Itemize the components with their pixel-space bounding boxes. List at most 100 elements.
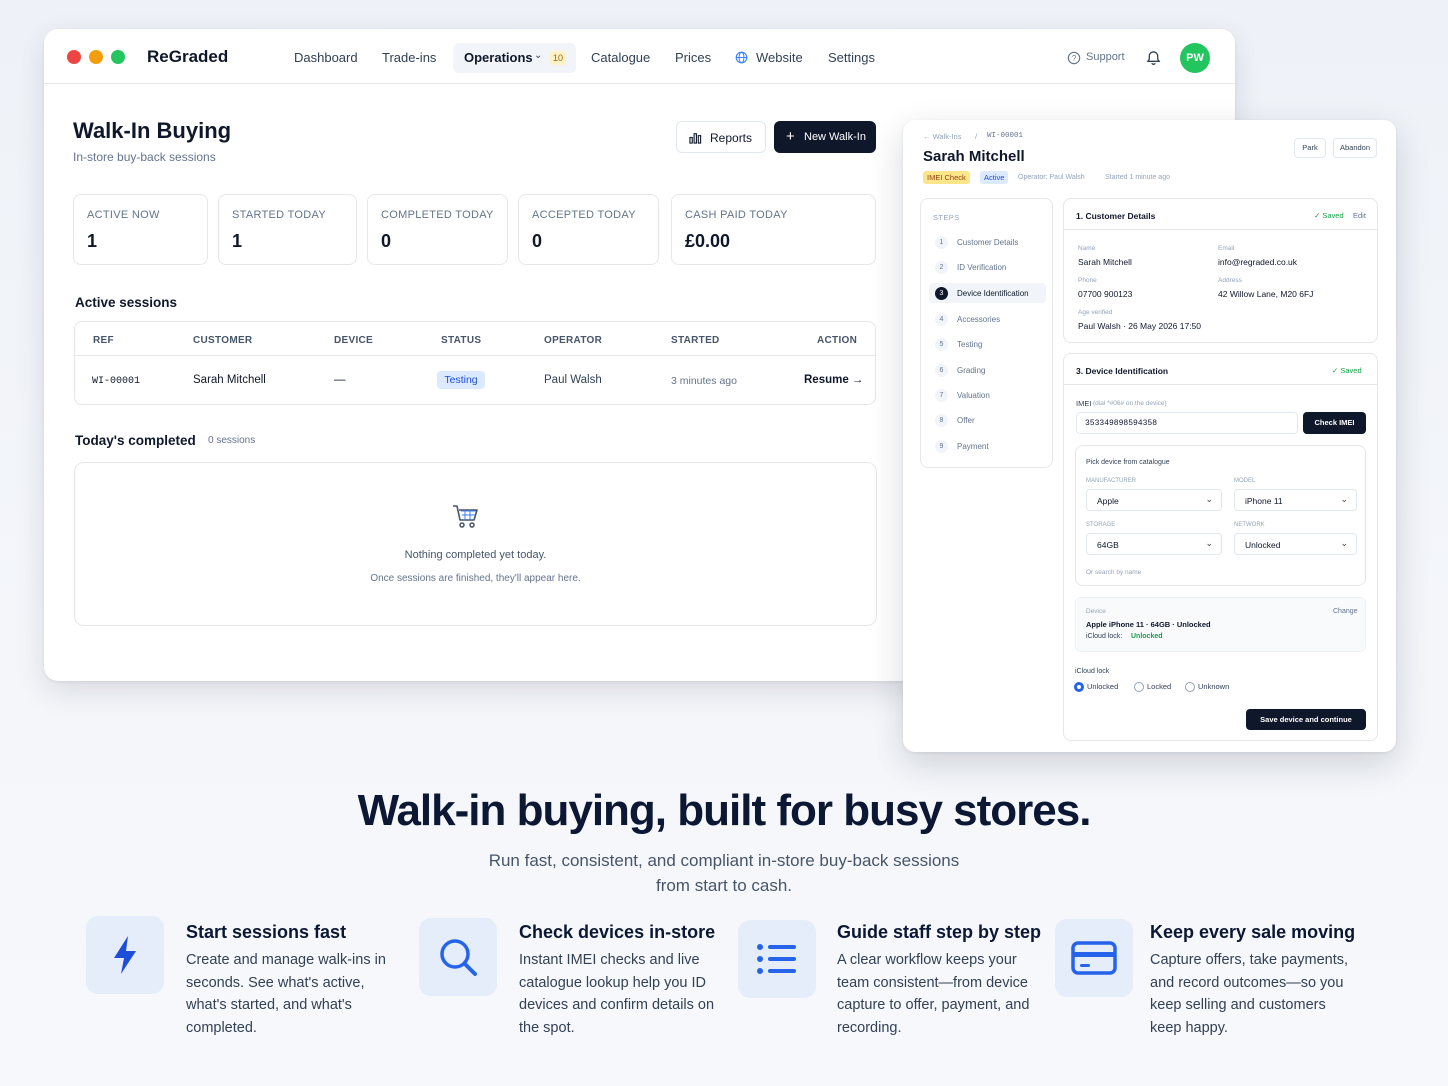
catalogue-picker: Pick device from catalogue MANUFACTURER … [1075,445,1366,586]
chevron-down-icon[interactable]: ⌄ [534,50,542,61]
icloud-locked-radio[interactable] [1134,682,1144,692]
step-label: Accessories [957,315,1001,324]
breadcrumb-ref: WI-00001 [987,132,1024,140]
select-value: 64GB [1097,540,1119,550]
feature-body: Create and manage walk-ins in seconds. S… [186,952,386,1037]
icloud-unlocked-radio[interactable] [1074,682,1084,692]
nav-catalogue[interactable]: Catalogue [591,50,650,65]
feature-body: Capture offers, take payments, and recor… [1150,952,1349,1037]
stat-value: 0 [532,231,543,251]
operations-count-badge: 10 [550,51,566,65]
user-avatar[interactable]: PW [1180,43,1210,73]
reports-button[interactable]: Reports [676,121,766,153]
empty-state-title: Nothing completed yet today. [404,549,547,561]
shopping-cart-icon [453,505,478,528]
bar-chart-icon [689,133,702,144]
picker-title: Pick device from catalogue [1086,459,1170,466]
step-label: Payment [957,442,989,451]
save-device-continue-button[interactable]: Save device and continue [1246,709,1366,730]
imei-label: IMEI [1076,399,1092,408]
step-label: Grading [957,366,986,375]
manufacturer-label: MANUFACTURER [1086,478,1137,484]
card-title: 1. Customer Details [1076,211,1156,221]
feature-title: Guide staff step by step [837,922,1042,942]
imei-input[interactable]: 353349898594358 [1076,412,1298,434]
feature-body: A clear workflow keeps your team consist… [837,952,1030,1037]
nav-prices[interactable]: Prices [675,50,711,65]
stat-label: CASH PAID TODAY [685,209,788,221]
check-imei-button[interactable]: Check IMEI [1303,412,1366,434]
step-number: 1 [935,236,948,249]
stage-tag: IMEI Check [923,171,970,184]
abandon-button[interactable]: Abandon [1333,138,1377,158]
step-label: Testing [957,340,983,349]
steps-title: STEPS [933,213,960,222]
nav-operations[interactable]: Operations [464,50,533,65]
new-walk-in-button[interactable]: + New Walk-In [774,121,876,153]
chevron-down-icon: ⌄ [1340,494,1348,504]
step-label: Offer [957,416,975,425]
customer-details-card: 1. Customer Details ✓ Saved Edit Name Sa… [1063,198,1378,343]
page-title: Walk-In Buying [73,118,232,143]
storage-select[interactable]: 64GB ⌄ [1086,533,1222,555]
stat-label: STARTED TODAY [232,209,326,221]
card-divider [1064,384,1377,385]
step-label: Valuation [957,391,990,400]
column-header: CUSTOMER [193,335,253,346]
column-header: DEVICE [334,335,374,346]
edit-link[interactable]: Edit [1353,211,1366,220]
session-ref[interactable]: WI-00001 [92,376,140,387]
session-customer: Sarah Mitchell [193,374,266,386]
stat-accepted-today: ACCEPTED TODAY 0 [518,194,659,265]
network-select[interactable]: Unlocked ⌄ [1234,533,1357,555]
radio-label: Locked [1147,682,1172,691]
help-circle-icon[interactable]: ? [1067,51,1081,65]
select-value: Unlocked [1245,540,1281,550]
window-minimize-dot[interactable] [89,50,103,64]
session-device: — [334,374,346,386]
window-maximize-dot[interactable] [111,50,125,64]
new-walk-in-label: New Walk-In [804,131,866,143]
step-number: 8 [935,414,948,427]
stat-label: ACTIVE NOW [87,209,160,221]
stat-value: £0.00 [685,231,731,251]
session-operator: Operator: Paul Walsh [1018,174,1085,181]
bell-icon[interactable] [1146,50,1161,66]
step-number: 3 [935,287,948,300]
active-sessions-title: Active sessions [75,295,178,310]
selected-device-summary: Device Apple iPhone 11 · 64GB · Unlocked… [1075,597,1366,652]
device-label: Device [1086,608,1106,615]
stat-label: ACCEPTED TODAY [532,209,636,221]
step-label: ID Verification [957,263,1007,272]
field-label: Address [1218,277,1242,284]
park-button[interactable]: Park [1294,138,1326,158]
nav-website[interactable]: Website [756,50,803,65]
active-sessions-table: REF CUSTOMER DEVICE STATUS OPERATOR STAR… [74,321,876,405]
breadcrumb-walk-ins[interactable]: ← Walk-Ins [923,132,961,141]
change-device-link[interactable]: Change [1333,608,1358,615]
nav-settings[interactable]: Settings [828,50,875,65]
icloud-unknown-radio[interactable] [1185,682,1195,692]
model-label: MODEL [1234,478,1256,484]
customer-name-value: Sarah Mitchell [1078,257,1132,267]
window-close-dot[interactable] [67,50,81,64]
nav-dashboard[interactable]: Dashboard [294,50,358,65]
step-label: Device Identification [957,289,1029,298]
empty-state-subtitle: Once sessions are finished, they'll appe… [370,573,581,584]
support-link[interactable]: Support [1086,51,1125,63]
step-number: 2 [935,261,948,274]
resume-button[interactable]: Resume → [804,374,863,386]
field-label: Age verified [1078,309,1113,316]
session-customer-name: Sarah Mitchell [923,148,1025,165]
breadcrumb-separator: / [975,132,978,141]
manufacturer-select[interactable]: Apple ⌄ [1086,489,1222,511]
card-icon [1055,919,1133,997]
chevron-down-icon: ⌄ [1340,538,1348,548]
select-value: Apple [1097,496,1119,506]
stat-value: 1 [87,231,98,251]
globe-icon [735,51,748,64]
nav-trade-ins[interactable]: Trade-ins [382,50,436,65]
search-by-name-link[interactable]: Or search by name [1086,569,1141,576]
model-select[interactable]: iPhone 11 ⌄ [1234,489,1357,511]
column-header: STARTED [671,335,720,346]
